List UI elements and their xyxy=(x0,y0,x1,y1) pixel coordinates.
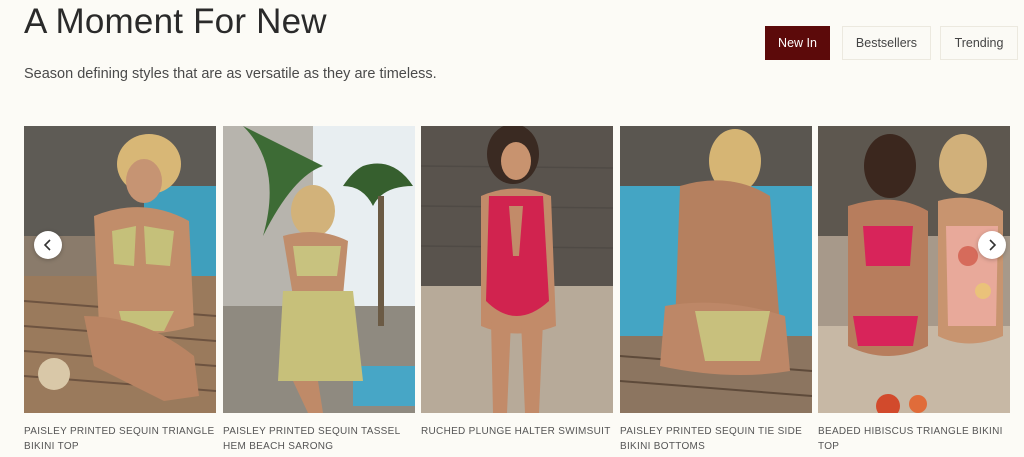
product-card[interactable]: PAISLEY PRINTED SEQUIN TIE SIDE BIKINI B… xyxy=(620,126,812,457)
product-card[interactable]: BEADED HIBISCUS TRIANGLE BIKINI TOP xyxy=(818,126,1010,457)
product-image[interactable] xyxy=(421,126,613,413)
product-name[interactable]: RUCHED PLUNGE HALTER SWIMSUIT xyxy=(421,424,613,439)
chevron-left-icon xyxy=(43,239,51,251)
product-image[interactable] xyxy=(223,126,415,413)
collection-tabs: New In Bestsellers Trending xyxy=(0,26,1024,60)
tab-trending[interactable]: Trending xyxy=(940,26,1018,60)
page-subtitle: Season defining styles that are as versa… xyxy=(24,66,437,82)
product-image[interactable] xyxy=(620,126,812,413)
product-card[interactable]: RUCHED PLUNGE HALTER SWIMSUIT xyxy=(421,126,613,457)
product-card[interactable]: PAISLEY PRINTED SEQUIN TRIANGLE BIKINI T… xyxy=(24,126,216,457)
product-carousel: PAISLEY PRINTED SEQUIN TRIANGLE BIKINI T… xyxy=(0,126,1024,457)
product-name[interactable]: PAISLEY PRINTED SEQUIN TASSEL HEM BEACH … xyxy=(223,424,415,454)
tab-new-in[interactable]: New In xyxy=(765,26,830,60)
product-name[interactable]: BEADED HIBISCUS TRIANGLE BIKINI TOP xyxy=(818,424,1010,454)
tab-bestsellers[interactable]: Bestsellers xyxy=(842,26,931,60)
product-image[interactable] xyxy=(24,126,216,413)
product-name[interactable]: PAISLEY PRINTED SEQUIN TRIANGLE BIKINI T… xyxy=(24,424,216,454)
carousel-next-button[interactable] xyxy=(978,231,1006,259)
chevron-right-icon xyxy=(989,239,997,251)
carousel-prev-button[interactable] xyxy=(34,231,62,259)
product-card[interactable]: PAISLEY PRINTED SEQUIN TASSEL HEM BEACH … xyxy=(223,126,415,457)
product-image[interactable] xyxy=(818,126,1010,413)
product-name[interactable]: PAISLEY PRINTED SEQUIN TIE SIDE BIKINI B… xyxy=(620,424,812,454)
